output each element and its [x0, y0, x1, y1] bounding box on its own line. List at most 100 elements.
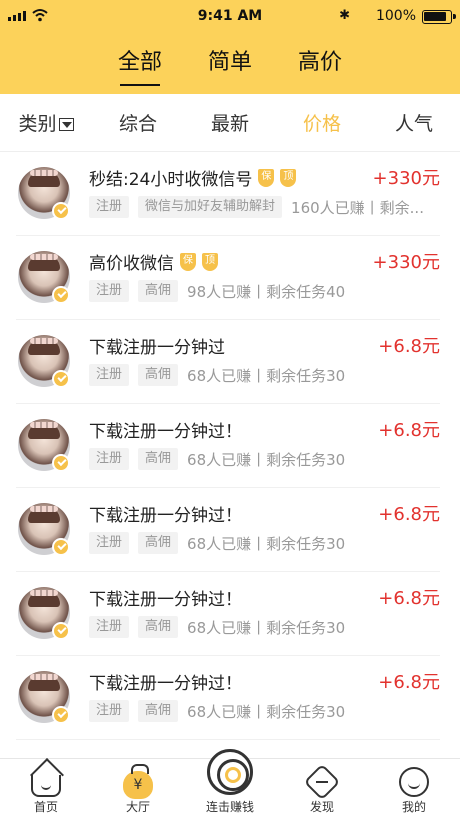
task-title: 下载注册一分钟过！	[89, 590, 242, 610]
tab-simple[interactable]: 简单	[208, 44, 252, 82]
task-tags: 注册 微信与加好友辅助解封 160人已赚丨剩余...	[89, 196, 424, 218]
task-title: 下载注册一分钟过！	[89, 506, 242, 526]
nav-combo-earn-label: 连击赚钱	[205, 800, 254, 814]
task-list: 秒结:24小时收微信号保顶 +330元 注册 微信与加好友辅助解封 160人已赚丨剩…	[0, 152, 460, 740]
task-tag: 高佣	[138, 280, 179, 302]
badge-icon: 保	[258, 168, 275, 187]
task-tag: 高佣	[138, 532, 179, 554]
task-title-row: 下载注册一分钟过！	[89, 417, 242, 442]
task-meta: 68人已赚丨剩余任务30	[187, 702, 346, 721]
task-meta: 68人已赚丨剩余任务30	[187, 366, 346, 385]
battery-percent: 100%	[375, 8, 416, 24]
task-title-row: 秒结:24小时收微信号保顶	[89, 165, 297, 190]
task-tag: 注册	[89, 532, 130, 554]
verified-icon	[52, 202, 70, 220]
nav-lobby-label: 大厅	[125, 800, 150, 814]
discover-icon	[303, 763, 341, 801]
task-row[interactable]: 下载注册一分钟过 +6.8元 注册 高佣 68人已赚丨剩余任务30	[0, 320, 460, 404]
tab-all[interactable]: 全部	[118, 44, 162, 86]
task-tags: 注册 高佣 68人已赚丨剩余任务30	[89, 532, 345, 554]
task-tag: 注册	[89, 448, 130, 470]
sort-price[interactable]: 价格	[276, 109, 368, 136]
task-reward: +6.8元	[378, 588, 440, 609]
badge-icon: 保	[180, 252, 196, 271]
target-icon	[207, 749, 253, 795]
task-tag: 高佣	[138, 448, 179, 470]
task-title-row: 下载注册一分钟过！	[89, 501, 242, 526]
top-tabs: 全部 简单 高价	[0, 44, 460, 86]
task-title: 高价收微信	[89, 254, 174, 274]
task-reward: +6.8元	[378, 420, 440, 441]
task-tag: 微信与加好友辅助解封	[138, 196, 283, 218]
battery-icon	[422, 10, 456, 24]
sort-overall[interactable]: 综合	[92, 109, 184, 136]
nav-combo-earn[interactable]: 连击赚钱	[184, 749, 276, 819]
sort-newest[interactable]: 最新	[184, 109, 276, 136]
nav-lobby[interactable]: ¥ 大厅	[92, 759, 184, 819]
task-tags: 注册 高佣 68人已赚丨剩余任务30	[89, 448, 345, 470]
task-tag: 高佣	[138, 616, 179, 638]
sort-category[interactable]: 类别	[0, 109, 92, 136]
dropdown-icon	[58, 118, 74, 131]
verified-icon	[52, 538, 70, 556]
sort-popularity[interactable]: 人气	[368, 109, 460, 136]
task-meta: 68人已赚丨剩余任务30	[187, 618, 346, 637]
task-title-row: 下载注册一分钟过！	[89, 669, 242, 694]
task-row[interactable]: 下载注册一分钟过！ +6.8元 注册 高佣 68人已赚丨剩余任务30	[0, 488, 460, 572]
verified-icon	[52, 454, 70, 472]
verified-icon	[52, 286, 70, 304]
task-tags: 注册 高佣 98人已赚丨剩余任务40	[89, 280, 345, 302]
task-tag: 注册	[89, 364, 130, 386]
task-meta: 160人已赚丨剩余...	[291, 198, 424, 217]
task-reward: +6.8元	[378, 504, 440, 525]
verified-icon	[52, 622, 70, 640]
task-reward: +6.8元	[378, 336, 440, 357]
header: 9:41 AM ✱ 100% 全部 简单 高价	[0, 0, 460, 94]
nav-me[interactable]: 我的	[368, 759, 460, 819]
task-title: 下载注册一分钟过！	[89, 674, 242, 694]
bluetooth-icon: ✱	[339, 8, 350, 23]
nav-me-label: 我的	[401, 800, 426, 814]
task-tag: 高佣	[138, 700, 179, 722]
task-reward: +6.8元	[378, 672, 440, 693]
task-tags: 注册 高佣 68人已赚丨剩余任务30	[89, 364, 345, 386]
tab-high-price[interactable]: 高价	[298, 44, 342, 82]
nav-discover[interactable]: 发现	[276, 759, 368, 819]
badge-icon: 顶	[280, 168, 297, 187]
task-title: 秒结:24小时收微信号	[89, 170, 253, 190]
task-tags: 注册 高佣 68人已赚丨剩余任务30	[89, 700, 345, 722]
nav-discover-label: 发现	[309, 800, 334, 814]
home-icon	[31, 775, 61, 797]
nav-home[interactable]: 首页	[0, 759, 92, 819]
verified-icon	[52, 706, 70, 724]
sort-bar: 类别 综合 最新 价格 人气	[0, 94, 460, 152]
task-tags: 注册 高佣 68人已赚丨剩余任务30	[89, 616, 345, 638]
badge-icon: 顶	[202, 252, 218, 271]
money-bag-icon: ¥	[123, 764, 153, 799]
status-bar: 9:41 AM ✱ 100%	[0, 0, 460, 34]
task-title-row: 下载注册一分钟过！	[89, 585, 242, 610]
profile-icon	[399, 767, 429, 797]
task-title: 下载注册一分钟过！	[89, 422, 242, 442]
task-title: 下载注册一分钟过	[89, 338, 225, 358]
task-title-row: 下载注册一分钟过	[89, 333, 225, 358]
task-meta: 68人已赚丨剩余任务30	[187, 534, 346, 553]
verified-icon	[52, 370, 70, 388]
sort-category-label: 类别	[18, 113, 57, 135]
nav-home-label: 首页	[33, 800, 58, 814]
task-row[interactable]: 下载注册一分钟过！ +6.8元 注册 高佣 68人已赚丨剩余任务30	[0, 656, 460, 740]
task-reward: +330元	[372, 168, 440, 189]
task-row[interactable]: 下载注册一分钟过！ +6.8元 注册 高佣 68人已赚丨剩余任务30	[0, 404, 460, 488]
bottom-nav: 首页 ¥ 大厅 连击赚钱 发现 我的	[0, 749, 460, 819]
task-reward: +330元	[372, 252, 440, 273]
task-tag: 注册	[89, 616, 130, 638]
task-tag: 注册	[89, 196, 130, 218]
task-tag: 注册	[89, 280, 130, 302]
task-row[interactable]: 秒结:24小时收微信号保顶 +330元 注册 微信与加好友辅助解封 160人已赚丨剩…	[0, 152, 460, 236]
task-meta: 98人已赚丨剩余任务40	[187, 282, 346, 301]
task-row[interactable]: 高价收微信保顶 +330元 注册 高佣 98人已赚丨剩余任务40	[0, 236, 460, 320]
task-title-row: 高价收微信保顶	[89, 249, 218, 274]
task-tag: 注册	[89, 700, 130, 722]
task-meta: 68人已赚丨剩余任务30	[187, 450, 346, 469]
task-row[interactable]: 下载注册一分钟过！ +6.8元 注册 高佣 68人已赚丨剩余任务30	[0, 572, 460, 656]
